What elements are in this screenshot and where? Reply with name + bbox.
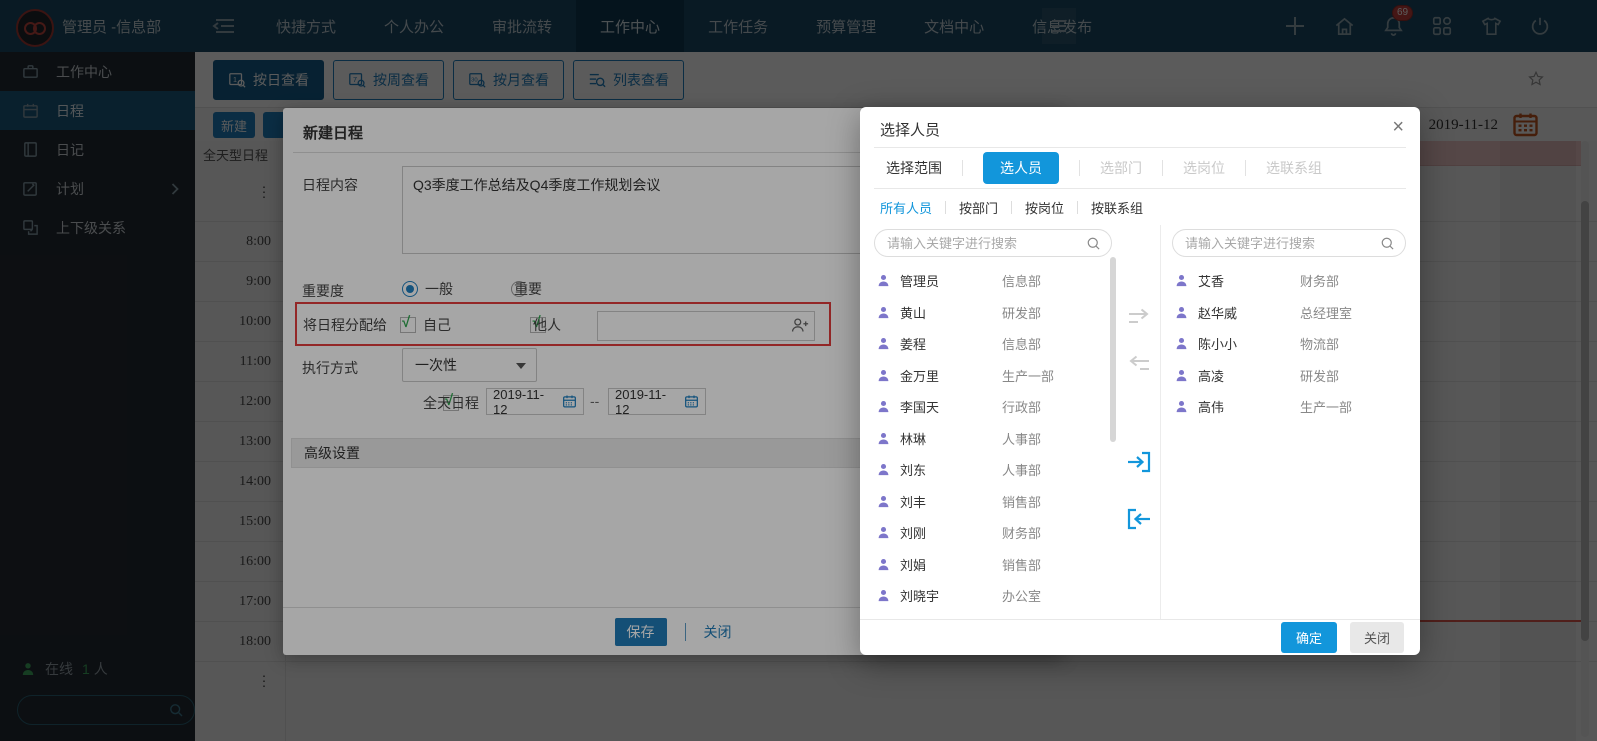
tab-select-scope[interactable]: 选择范围 (880, 158, 948, 178)
person-icon (1174, 399, 1189, 414)
person-icon (876, 494, 891, 509)
subtab-by-contact-group[interactable]: 按联系组 (1091, 198, 1143, 217)
person-row[interactable]: 刘东 人事部 (874, 454, 1112, 486)
divider (962, 160, 963, 176)
person-icon (876, 305, 891, 320)
divider (1162, 160, 1163, 176)
move-all-right-icon[interactable] (1126, 449, 1154, 473)
picker-subtabs: 所有人员 按部门 按岗位 按联系组 (880, 189, 1143, 225)
person-row[interactable]: 刘刚 财务部 (874, 517, 1112, 549)
person-icon (876, 431, 891, 446)
available-list-scrollbar[interactable] (1110, 257, 1116, 615)
tab-select-department[interactable]: 选部门 (1094, 158, 1148, 178)
selected-panel: 艾香财务部 赵华威总经理室 陈小小物流部 高凌研发部 高伟生产一部 (1172, 229, 1406, 423)
subtab-by-position[interactable]: 按岗位 (1025, 198, 1064, 217)
panel-divider (1160, 225, 1161, 619)
tab-select-contact-group[interactable]: 选联系组 (1260, 158, 1328, 178)
divider (1079, 160, 1080, 176)
divider (1245, 160, 1246, 176)
search-icon (1086, 236, 1101, 251)
person-icon (1174, 336, 1189, 351)
move-all-left-icon[interactable] (1126, 506, 1154, 530)
person-icon (876, 368, 891, 383)
person-icon (876, 336, 891, 351)
divider (1011, 200, 1013, 214)
person-row[interactable]: 管理员 信息部 (874, 265, 1112, 297)
divider (945, 200, 947, 214)
tab-select-position[interactable]: 选岗位 (1177, 158, 1231, 178)
person-row[interactable]: 刘娟 销售部 (874, 549, 1112, 581)
available-search[interactable] (874, 229, 1112, 257)
available-search-input[interactable] (885, 234, 1086, 252)
move-right-icon[interactable] (1126, 307, 1154, 331)
person-row[interactable]: 陈小小 物流部 (1172, 328, 1406, 360)
person-row[interactable]: 艾香 财务部 (1172, 265, 1406, 297)
picker-tabs: 选择范围 选人员 选部门 选岗位 选联系组 (880, 148, 1406, 188)
person-row[interactable]: 高凌 研发部 (1172, 360, 1406, 392)
person-row[interactable]: 刘晓宇 办公室 (874, 580, 1112, 612)
tab-select-person[interactable]: 选人员 (983, 152, 1059, 184)
move-left-icon[interactable] (1126, 354, 1154, 378)
person-row[interactable]: 刘丰 销售部 (874, 486, 1112, 518)
person-row[interactable]: 金万里 生产一部 (874, 360, 1112, 392)
selected-list: 艾香 财务部 赵华威 总经理室 陈小小 物流部 高凌 研发部 高伟 生产一部 (1172, 265, 1406, 423)
available-list: 管理员 信息部 黄山 研发部 姜程 信息部 金万里 生产一部 李国天 行政部 林琳 人事部 … (874, 265, 1112, 617)
close-button[interactable]: 关闭 (1349, 622, 1404, 653)
person-icon (1174, 305, 1189, 320)
person-row[interactable]: 姜程 信息部 (874, 328, 1112, 360)
divider (1077, 200, 1079, 214)
selected-search[interactable] (1172, 229, 1406, 257)
person-row[interactable]: 林琳 人事部 (874, 423, 1112, 455)
dialog-title: 选择人员 (880, 122, 941, 139)
person-icon (876, 462, 891, 477)
person-icon (876, 399, 891, 414)
person-row[interactable]: 高伟 生产一部 (1172, 391, 1406, 423)
person-row[interactable]: 黄山 研发部 (874, 297, 1112, 329)
person-picker-dialog: 选择人员 × 选择范围 选人员 选部门 选岗位 选联系组 所有人员 按部门 按岗… (860, 107, 1420, 655)
person-icon (1174, 273, 1189, 288)
subtab-by-department[interactable]: 按部门 (959, 198, 998, 217)
selected-search-input[interactable] (1183, 234, 1380, 252)
subtab-all-people[interactable]: 所有人员 (880, 198, 932, 217)
person-icon (1174, 368, 1189, 383)
person-row[interactable]: 李国天 行政部 (874, 391, 1112, 423)
person-icon (876, 557, 891, 572)
search-icon (1380, 236, 1395, 251)
person-row[interactable]: 赵华威 总经理室 (1172, 297, 1406, 329)
available-panel: 管理员信息部 黄山研发部 姜程信息部 金万里生产一部 李国天行政部 林琳人事部 … (874, 229, 1112, 617)
confirm-button[interactable]: 确定 (1280, 622, 1337, 653)
dialog-footer: 确定 关闭 (860, 619, 1420, 655)
person-icon (876, 588, 891, 603)
person-icon (876, 525, 891, 540)
close-icon[interactable]: × (1392, 115, 1404, 139)
person-icon (876, 273, 891, 288)
